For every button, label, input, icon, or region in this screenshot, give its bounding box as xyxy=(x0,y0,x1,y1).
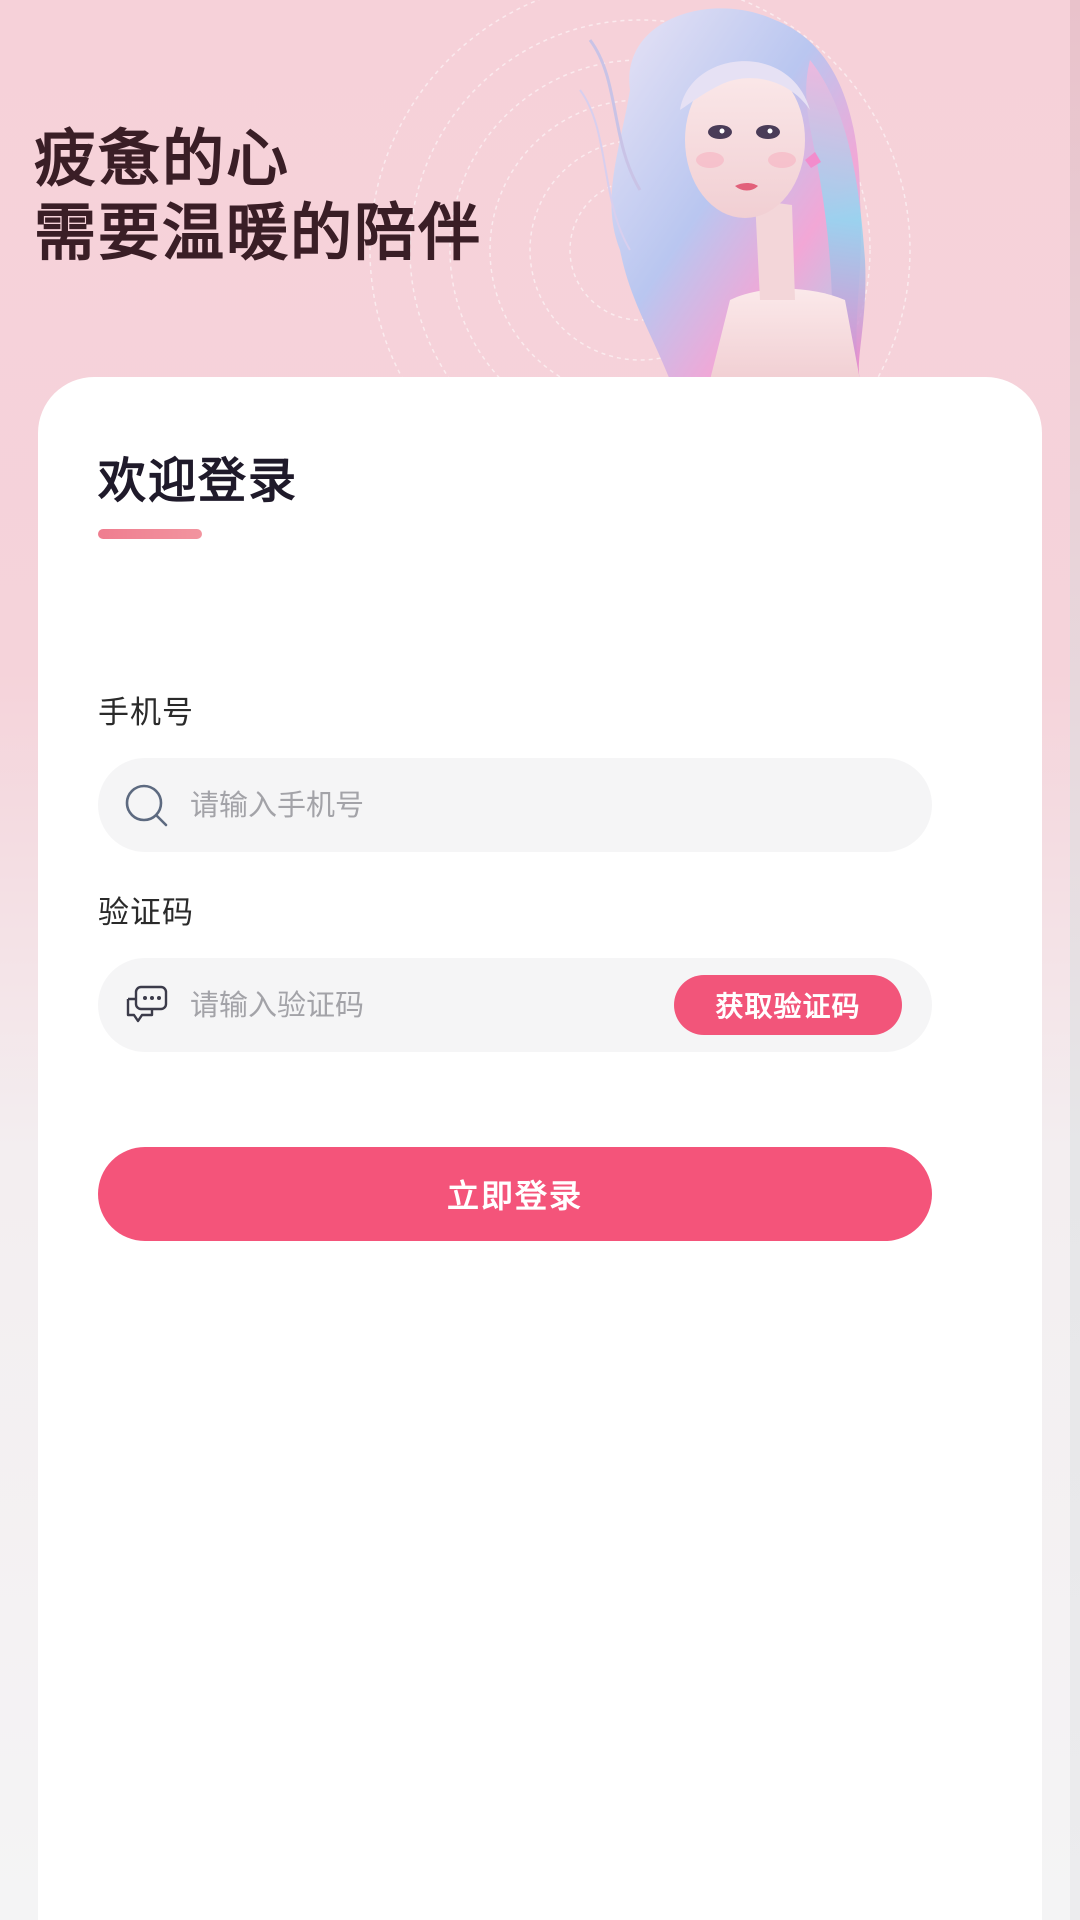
get-code-button[interactable]: 获取验证码 xyxy=(674,975,902,1035)
login-button[interactable]: 立即登录 xyxy=(98,1147,932,1241)
hero-title-line-2: 需要温暖的陪伴 xyxy=(34,196,483,269)
title-underline xyxy=(98,529,202,539)
code-input[interactable] xyxy=(190,958,630,1052)
phone-input[interactable] xyxy=(190,758,630,852)
phone-label: 手机号 xyxy=(98,695,194,731)
girl-portrait-illustration xyxy=(579,8,866,380)
hero-title-line-1: 疲惫的心 xyxy=(34,122,291,195)
welcome-title: 欢迎登录 xyxy=(98,453,299,509)
login-card: 欢迎登录 手机号 验证码 获取验证码 立即登录 xyxy=(38,377,1042,1920)
search-icon xyxy=(125,784,168,827)
chat-bubble-icon xyxy=(126,985,168,1023)
code-input-row: 获取验证码 xyxy=(98,958,932,1052)
login-page: 疲惫的心 需要温暖的陪伴 欢迎登录 手机号 请输入手机号 验证码 请输入验证码 … xyxy=(0,0,1080,1920)
hero-title: 疲惫的心 需要温暖的陪伴 xyxy=(34,122,482,270)
code-label: 验证码 xyxy=(98,895,194,931)
right-edge-rail xyxy=(1070,0,1080,1920)
phone-input-row xyxy=(98,758,932,852)
